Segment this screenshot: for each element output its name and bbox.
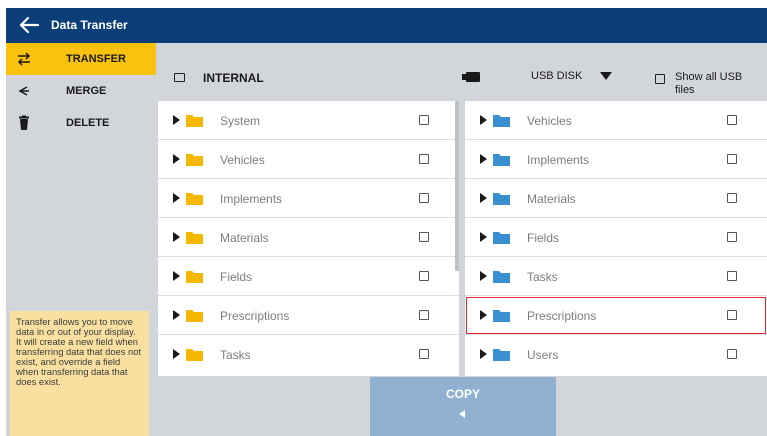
internal-label: INTERNAL [203, 71, 264, 85]
folder-icon [493, 349, 510, 361]
sidebar: TRANSFER MERGE DELETE Transfer allows yo… [6, 43, 156, 436]
folder-checkbox[interactable] [727, 193, 737, 203]
copy-button[interactable]: COPY [370, 377, 556, 436]
expand-arrow-icon[interactable] [480, 154, 487, 164]
folder-name: Tasks [220, 348, 251, 362]
folder-checkbox[interactable] [419, 193, 429, 203]
list-item[interactable]: Materials [158, 218, 459, 257]
folder-checkbox[interactable] [727, 310, 737, 320]
folder-name: Implements [220, 192, 283, 206]
list-item[interactable]: System [158, 101, 459, 140]
list-item[interactable]: Fields [158, 257, 459, 296]
folder-name: Users [527, 348, 559, 362]
folder-checkbox[interactable] [727, 115, 737, 125]
folder-name: Vehicles [220, 153, 265, 167]
folder-name: Materials [527, 192, 576, 206]
folder-checkbox[interactable] [419, 349, 429, 359]
folder-icon [186, 271, 203, 283]
folder-icon [186, 232, 203, 244]
folder-icon [186, 154, 203, 166]
folder-name: Implements [527, 153, 590, 167]
folder-checkbox[interactable] [419, 154, 429, 164]
copy-button-label: COPY [445, 387, 480, 401]
sidebar-item-merge[interactable]: MERGE [6, 75, 156, 107]
expand-arrow-icon[interactable] [173, 271, 180, 281]
expand-arrow-icon[interactable] [173, 193, 180, 203]
list-item[interactable]: Vehicles [465, 101, 767, 140]
sidebar-item-label: MERGE [66, 85, 107, 97]
usb-drive-icon [462, 72, 480, 82]
folder-icon [493, 310, 510, 322]
show-all-usb-label: Show all USB files [675, 71, 743, 96]
folder-name: Materials [220, 231, 269, 245]
folder-checkbox[interactable] [419, 232, 429, 242]
folder-checkbox[interactable] [727, 154, 737, 164]
folder-checkbox[interactable] [727, 232, 737, 242]
folder-name: Fields [220, 270, 253, 284]
folder-checkbox[interactable] [419, 271, 429, 281]
expand-arrow-icon[interactable] [173, 310, 180, 320]
data-transfer-screen: Data Transfer TRANSFER MERGE DELETE Tran… [6, 8, 767, 436]
list-item[interactable]: Users [465, 335, 767, 374]
usb-device-select[interactable]: USB DISK [531, 70, 582, 82]
list-item-highlighted[interactable]: Prescriptions [465, 296, 767, 335]
usb-folder-list: Vehicles Implements Materials Fields Tas… [465, 101, 767, 376]
expand-arrow-icon[interactable] [173, 232, 180, 242]
sidebar-item-label: TRANSFER [66, 53, 126, 65]
left-arrow-icon [459, 410, 465, 418]
list-item[interactable]: Tasks [158, 335, 459, 374]
folder-name: System [220, 114, 261, 128]
list-item[interactable]: Vehicles [158, 140, 459, 179]
folder-checkbox[interactable] [419, 115, 429, 125]
help-text: Transfer allows you to move data in or o… [10, 311, 149, 436]
expand-arrow-icon[interactable] [480, 310, 487, 320]
scrollbar[interactable] [455, 101, 459, 271]
folder-icon [186, 310, 203, 322]
folder-checkbox[interactable] [727, 271, 737, 281]
transfer-arrows-icon [17, 52, 31, 66]
merge-icon [18, 86, 29, 96]
folder-icon [186, 115, 203, 127]
sidebar-item-transfer[interactable]: TRANSFER [6, 43, 156, 75]
expand-arrow-icon[interactable] [173, 154, 180, 164]
folder-icon [493, 271, 510, 283]
list-item[interactable]: Tasks [465, 257, 767, 296]
folder-name: Prescriptions [527, 309, 597, 323]
page-title: Data Transfer [51, 18, 128, 32]
back-arrow-icon[interactable] [18, 16, 40, 34]
expand-arrow-icon[interactable] [173, 349, 180, 359]
sidebar-item-label: DELETE [66, 117, 110, 129]
show-all-usb-checkbox[interactable] [655, 74, 665, 84]
list-item[interactable]: Prescriptions [158, 296, 459, 335]
trash-icon [19, 115, 29, 130]
list-item[interactable]: Materials [465, 179, 767, 218]
folder-name: Tasks [527, 270, 558, 284]
folder-name: Vehicles [527, 114, 572, 128]
list-item[interactable]: Implements [158, 179, 459, 218]
expand-arrow-icon[interactable] [480, 232, 487, 242]
sidebar-item-delete[interactable]: DELETE [6, 107, 156, 139]
folder-name: Fields [527, 231, 560, 245]
list-item[interactable]: Implements [465, 140, 767, 179]
chevron-down-icon[interactable] [600, 72, 612, 80]
expand-arrow-icon[interactable] [480, 115, 487, 125]
expand-arrow-icon[interactable] [480, 271, 487, 281]
internal-folder-list: System Vehicles Implements Materials Fie… [158, 101, 459, 376]
folder-name: Prescriptions [220, 309, 290, 323]
folder-icon [493, 154, 510, 166]
list-item[interactable]: Fields [465, 218, 767, 257]
expand-arrow-icon[interactable] [480, 193, 487, 203]
folder-icon [186, 349, 203, 361]
folder-icon [186, 193, 203, 205]
title-bar: Data Transfer [6, 8, 767, 43]
folder-icon [493, 232, 510, 244]
expand-arrow-icon[interactable] [173, 115, 180, 125]
folder-checkbox[interactable] [419, 310, 429, 320]
folder-icon [493, 115, 510, 127]
folder-checkbox[interactable] [727, 349, 737, 359]
internal-storage-icon [174, 73, 185, 82]
folder-icon [493, 193, 510, 205]
expand-arrow-icon[interactable] [480, 349, 487, 359]
